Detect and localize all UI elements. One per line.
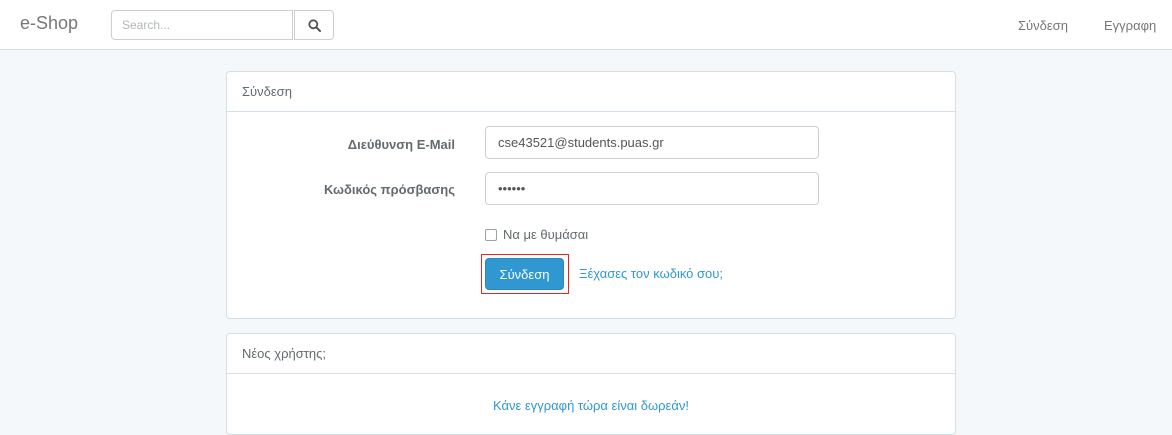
password-field[interactable] xyxy=(485,172,819,205)
new-user-panel: Νέος χρήστης; Κάνε εγγραφή τώρα είναι δω… xyxy=(226,333,956,435)
remember-label: Να με θυμάσαι xyxy=(503,227,589,242)
search-button[interactable] xyxy=(294,10,334,40)
remember-checkbox[interactable] xyxy=(485,228,497,241)
nav-register-link[interactable]: Εγγραφη xyxy=(1104,18,1156,33)
login-button[interactable]: Σύνδεση xyxy=(485,258,564,290)
login-panel-heading: Σύνδεση xyxy=(227,72,955,112)
login-panel: Σύνδεση Διεύθυνση E-Mail Κωδικός πρόσβασ… xyxy=(226,71,956,319)
password-label: Κωδικός πρόσβασης xyxy=(323,182,455,197)
email-field[interactable] xyxy=(485,126,819,159)
remember-me[interactable]: Να με θυμάσαι xyxy=(485,227,588,242)
forgot-password-link[interactable]: Ξέχασες τον κωδικό σου; xyxy=(579,266,723,281)
new-user-panel-heading: Νέος χρήστης; xyxy=(227,334,955,374)
brand-logo[interactable]: e-Shop xyxy=(20,13,78,34)
navbar: e-Shop Σύνδεση Εγγραφη xyxy=(0,0,1172,50)
email-label: Διεύθυνση E-Mail xyxy=(347,137,455,152)
search-icon xyxy=(307,18,321,32)
search-input[interactable] xyxy=(111,10,293,40)
nav-login-link[interactable]: Σύνδεση xyxy=(1018,18,1068,33)
register-link[interactable]: Κάνε εγγραφή τώρα είναι δωρεάν! xyxy=(227,398,955,413)
